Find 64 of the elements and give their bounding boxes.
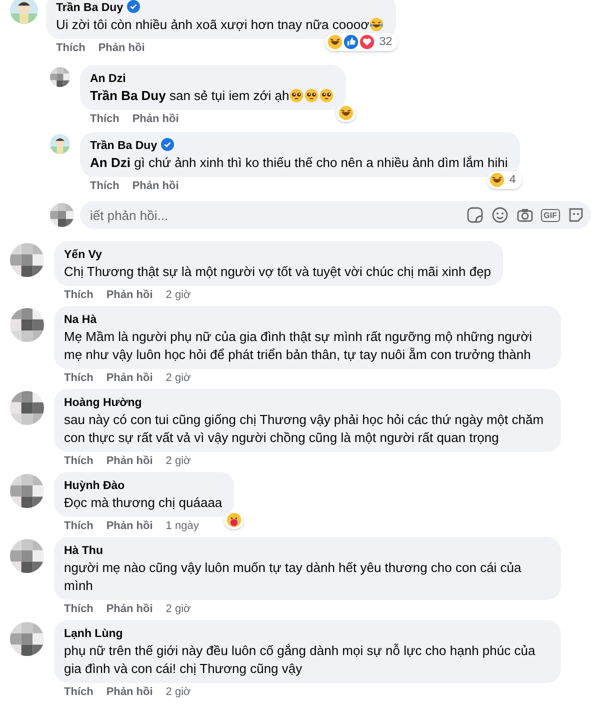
reaction-count: 4 xyxy=(508,174,517,186)
laughing-face-icon xyxy=(338,105,354,121)
author-name[interactable]: Hà Thu xyxy=(64,545,103,557)
timestamp: 2 giờ xyxy=(166,686,191,699)
author-name[interactable]: Lạnh Lùng xyxy=(64,628,123,640)
laughing-face-icon xyxy=(489,172,506,188)
reaction-badge[interactable] xyxy=(336,104,356,122)
like-link[interactable]: Thích xyxy=(64,372,94,385)
reply-link[interactable]: Phản hồi xyxy=(132,180,179,193)
tears-of-joy-icon xyxy=(369,17,384,32)
timestamp: 2 giờ xyxy=(166,289,191,302)
timestamp: 2 giờ xyxy=(166,372,191,385)
gif-button[interactable]: GIF xyxy=(540,208,560,222)
author-name[interactable]: Trần Ba Duy xyxy=(90,140,158,152)
author-name[interactable]: Yến Vy xyxy=(64,249,102,261)
reaction-badge[interactable] xyxy=(224,511,244,529)
comment-text: Ui zời tôi còn nhiều ảnh xoã xượi hơn tnay nữa coooơ xyxy=(56,17,370,32)
reaction-badge[interactable]: 32 xyxy=(325,33,398,51)
like-link[interactable]: Thích xyxy=(64,289,94,302)
author-name[interactable]: Na Hà xyxy=(64,314,97,326)
timestamp: 2 giờ xyxy=(166,455,191,468)
pleading-face-icon xyxy=(319,88,334,104)
comment-text: Trần Ba Duy san sẻ tụi iem zới ạh xyxy=(90,88,290,103)
emoji-icon[interactable] xyxy=(490,206,509,224)
avatar[interactable] xyxy=(10,0,38,24)
author-name[interactable]: Huỳnh Đào xyxy=(64,480,125,492)
comment-text: Chị Thương thật sự là một người vợ tốt và tuyệt vời chúc chị mãi xinh đẹp xyxy=(64,264,492,279)
like-link[interactable]: Thích xyxy=(90,180,120,193)
reply-link[interactable]: Phản hồi xyxy=(106,520,153,533)
author-name[interactable]: Trần Ba Duy xyxy=(56,2,124,14)
like-link[interactable]: Thích xyxy=(64,603,94,616)
reaction-count: 32 xyxy=(378,36,394,48)
reply-input-field[interactable]: iết phản hồi... GIF xyxy=(80,201,591,229)
comment-text: An Dzi gì chứ ảnh xinh thì ko thiếu thế cho nên a nhiều ảnh dìm lắm hihi xyxy=(90,155,508,170)
reply-link[interactable]: Phản hồi xyxy=(106,289,153,302)
pleading-face-icon xyxy=(304,88,320,104)
like-link[interactable]: Thích xyxy=(64,520,94,533)
laughing-face-icon xyxy=(327,34,344,50)
like-link[interactable]: Thích xyxy=(64,686,94,699)
like-link[interactable]: Thích xyxy=(64,455,94,468)
pleading-face-icon xyxy=(289,88,304,104)
like-link[interactable]: Thích xyxy=(56,42,86,55)
timestamp: 2 giờ xyxy=(166,603,191,616)
timestamp: 1 ngày xyxy=(166,520,199,533)
reply-link[interactable]: Phản hồi xyxy=(132,113,179,126)
comment-text: sau này có con tui cũng giống chị Thương vậy phải học hỏi các thứ ngày một chăm con thực sự rất vất vả vì vậy người chồng cũng là một người rất quan trọng xyxy=(64,412,544,445)
camera-icon[interactable] xyxy=(516,206,534,224)
comment-text: phụ nữ trên thế giới này đều luôn cố gắng dành mọi sự nỗ lực cho hạnh phúc của gia đình và con cái! chị Thương cũng vậy xyxy=(64,643,536,676)
like-link[interactable]: Thích xyxy=(90,113,120,126)
avatar[interactable] xyxy=(50,134,70,154)
sticker-icon[interactable] xyxy=(466,206,484,224)
reply-link[interactable]: Phản hồi xyxy=(106,686,153,699)
reply-link[interactable]: Phản hồi xyxy=(106,603,153,616)
author-name[interactable]: Hoàng Hường xyxy=(64,397,142,409)
reply-link[interactable]: Phản hồi xyxy=(98,42,145,55)
comment-text: Đọc mà thương chị quáaaa xyxy=(64,495,222,510)
thumbs-up-icon xyxy=(343,34,360,50)
reaction-badge[interactable]: 4 xyxy=(487,171,522,189)
comment-text: người mẹ nào cũng vậy luôn muốn tự tay dành hết yêu thương cho con cái của mình xyxy=(64,560,522,593)
sticker-face-icon[interactable] xyxy=(567,206,585,224)
reply-link[interactable]: Phản hồi xyxy=(106,455,153,468)
author-name[interactable]: An Dzi xyxy=(90,73,126,85)
comment-text: Mẹ Mầm là người phụ nữ của gia đình thật sự mình rất ngưỡng mộ những người mẹ như vậy luôn học hỏi để phát triển bản thân, tự tay nuôi ẵm con trưởng thành xyxy=(64,329,532,362)
reply-link[interactable]: Phản hồi xyxy=(106,372,153,385)
